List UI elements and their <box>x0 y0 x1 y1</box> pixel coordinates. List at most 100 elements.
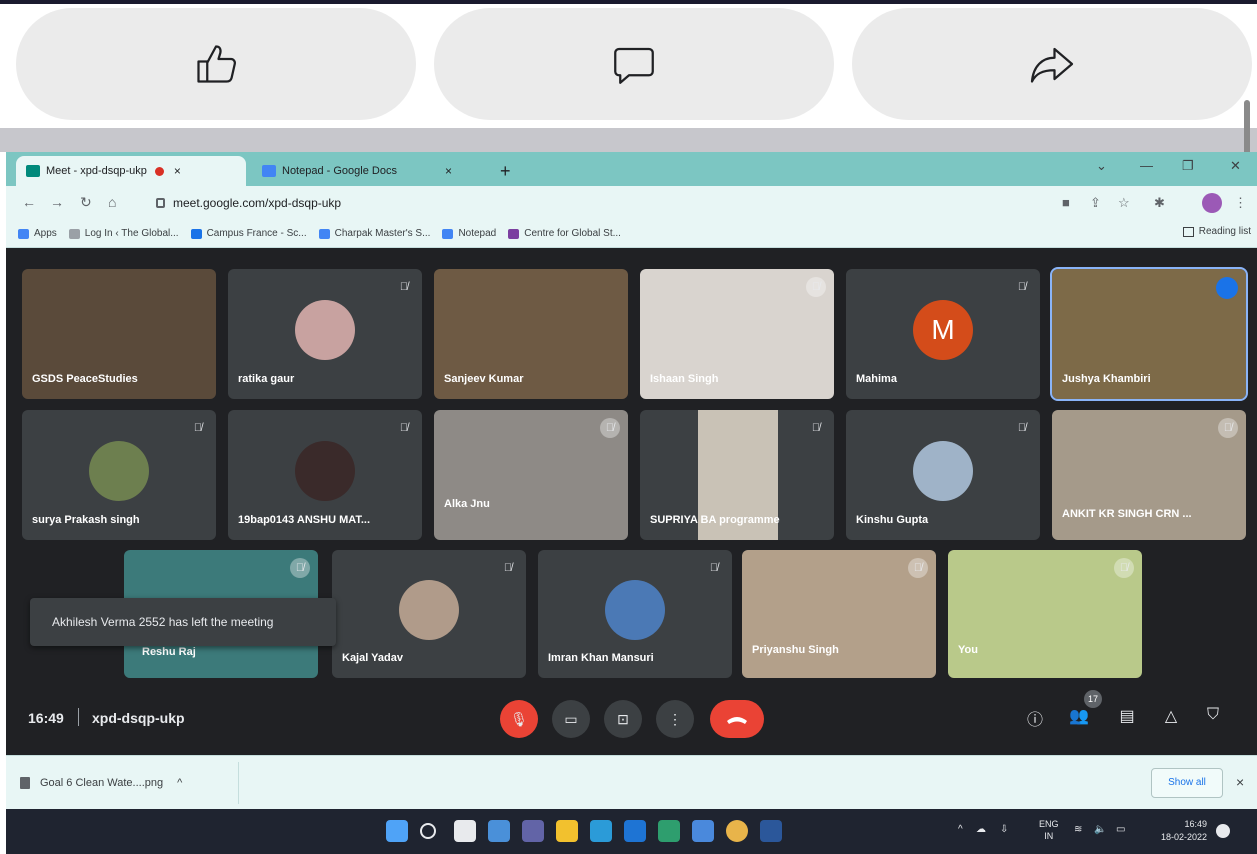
tray-chevron-icon[interactable]: ^ <box>958 824 963 835</box>
participant-tile[interactable]: 🎙̸ ANKIT KR SINGH CRN ... <box>1052 410 1246 540</box>
camera-toggle-button[interactable]: ▭ <box>552 700 590 738</box>
word-icon[interactable] <box>760 820 782 842</box>
bookmark-campus-france[interactable]: Campus France - Sc... <box>190 228 307 239</box>
bookmark-star-icon[interactable]: ☆ <box>1118 195 1130 211</box>
widgets-icon[interactable] <box>488 820 510 842</box>
comment-icon <box>614 47 654 84</box>
extensions-icon[interactable]: ✱ <box>1154 195 1165 211</box>
recording-dot-icon <box>154 166 164 176</box>
leave-call-button[interactable] <box>710 700 764 738</box>
search-icon[interactable] <box>420 823 436 839</box>
participant-tile[interactable]: 🎙̸ Ishaan Singh <box>640 269 834 399</box>
mail-icon[interactable] <box>624 820 646 842</box>
meet-control-bar: 16:49 xpd-dsqp-ukp 🎙 ▭ ⊡ ⋮ ⓘ 17 👥 ▤ △ ⛉ <box>6 690 1257 755</box>
tab-meet-close-icon[interactable]: × <box>174 164 181 178</box>
wifi-icon[interactable]: ≋ <box>1074 824 1082 835</box>
participant-tile[interactable]: 🎙̸ You <box>948 550 1142 678</box>
teams-chat-icon[interactable] <box>522 820 544 842</box>
people-icon[interactable]: 👥 <box>1068 706 1090 726</box>
battery-icon[interactable]: ▭ <box>1116 824 1125 835</box>
show-all-button[interactable]: Show all <box>1151 768 1223 798</box>
participant-tile[interactable]: M 🎙̸ Mahima <box>846 269 1040 399</box>
home-icon[interactable]: ⌂ <box>108 194 116 210</box>
share-page-icon[interactable]: ⇪ <box>1090 195 1101 211</box>
meeting-time: 16:49 <box>28 710 64 726</box>
system-clock[interactable]: 16:49 18-02-2022 <box>1153 818 1207 844</box>
onedrive-icon[interactable]: ☁ <box>976 824 986 835</box>
chat-icon[interactable]: ▤ <box>1116 706 1138 726</box>
new-tab-button[interactable]: + <box>490 156 521 186</box>
participant-tile[interactable]: 🎙̸ Kinshu Gupta <box>846 410 1040 540</box>
usb-icon[interactable]: ⇩ <box>1000 824 1008 835</box>
mic-toggle-button[interactable]: 🎙 <box>500 700 538 738</box>
windows-taskbar: ^ ☁ ⇩ ENG IN ≋ 🔈 ▭ 16:49 18-02-2022 <box>6 809 1257 854</box>
close-downloads-icon[interactable]: × <box>1236 774 1244 790</box>
volume-icon[interactable]: 🔈 <box>1094 824 1106 835</box>
file-image-icon <box>20 777 30 789</box>
back-icon[interactable]: ← <box>22 194 36 210</box>
participant-tile[interactable]: 🎙̸ surya Prakash singh <box>22 410 216 540</box>
more-options-button[interactable]: ⋮ <box>656 700 694 738</box>
avatar <box>605 580 665 640</box>
avatar: M <box>913 300 973 360</box>
window-close-icon[interactable]: ✕ <box>1230 158 1241 174</box>
bookmark-global[interactable]: Log In ‹ The Global... <box>68 228 179 239</box>
participant-tile[interactable]: 🎙̸ Alka Jnu <box>434 410 628 540</box>
bookmark-notepad[interactable]: Notepad <box>442 228 496 239</box>
participant-tile[interactable]: GSDS PeaceStudies <box>22 269 216 399</box>
profile-avatar[interactable] <box>1202 193 1222 213</box>
address-bar[interactable]: meet.google.com/xpd-dsqp-ukp <box>146 191 1046 215</box>
meeting-details-icon[interactable]: ⓘ <box>1024 706 1046 730</box>
participant-name: 19bap0143 ANSHU MAT... <box>238 514 371 526</box>
restore-icon[interactable]: ❐ <box>1182 158 1194 174</box>
participant-tile[interactable]: 🎙̸ 19bap0143 ANSHU MAT... <box>228 410 422 540</box>
input-language[interactable]: ENG IN <box>1039 818 1059 842</box>
file-explorer-icon[interactable] <box>556 820 578 842</box>
participant-tile[interactable]: 🎙̸ Kajal Yadav <box>332 550 526 678</box>
docs-favicon <box>262 165 276 177</box>
tab-search-icon[interactable]: ⌄ <box>1096 158 1107 174</box>
like-button[interactable] <box>16 8 416 120</box>
activities-icon[interactable]: △ <box>1160 706 1182 726</box>
tab-meet[interactable]: Meet - xpd-dsqp-ukp × <box>16 156 246 186</box>
notification-icon[interactable] <box>1216 824 1230 838</box>
mic-off-icon: 🎙̸ <box>1017 281 1027 293</box>
comment-button[interactable] <box>434 8 834 120</box>
app-l-icon[interactable] <box>658 820 680 842</box>
bookmark-apps[interactable]: Apps <box>18 228 57 239</box>
camera-indicator-icon[interactable]: ■ <box>1062 195 1070 210</box>
clock-date: 18-02-2022 <box>1160 832 1207 842</box>
minimize-icon[interactable]: — <box>1140 158 1153 173</box>
share-button[interactable] <box>852 8 1252 120</box>
forward-icon[interactable]: → <box>50 194 64 210</box>
screenshot-root: Meet - xpd-dsqp-ukp × Notepad - Google D… <box>0 0 1257 854</box>
reload-icon[interactable]: ↻ <box>80 194 92 211</box>
participant-name: Priyanshu Singh <box>752 644 839 656</box>
participant-tile[interactable]: Jushya Khambiri <box>1050 267 1248 401</box>
participant-tile[interactable]: 🎙̸ Imran Khan Mansuri <box>538 550 732 678</box>
edge-icon[interactable] <box>590 820 612 842</box>
lang-code: ENG <box>1039 819 1059 829</box>
participant-tile[interactable]: Sanjeev Kumar <box>434 269 628 399</box>
lang-region: IN <box>1044 831 1054 841</box>
tab-notepad[interactable]: Notepad - Google Docs × <box>252 156 482 186</box>
bookmark-label: Notepad <box>458 228 497 239</box>
participant-tile[interactable]: 🎙̸ ratika gaur <box>228 269 422 399</box>
chrome-icon[interactable] <box>726 820 748 842</box>
reading-list-button[interactable]: Reading list <box>1182 226 1251 237</box>
participant-name: Kinshu Gupta <box>856 514 929 526</box>
host-controls-icon[interactable]: ⛉ <box>1202 706 1224 724</box>
bookmark-centre-global[interactable]: Centre for Global St... <box>508 228 621 239</box>
tab-notepad-close-icon[interactable]: × <box>445 164 452 178</box>
participant-tile[interactable]: 🎙̸ Priyanshu Singh <box>742 550 936 678</box>
menu-kebab-icon[interactable]: ⋮ <box>1234 195 1247 211</box>
download-item[interactable]: Goal 6 Clean Wate....png ^ <box>20 770 182 796</box>
present-button[interactable]: ⊡ <box>604 700 642 738</box>
participant-name: Mahima <box>856 373 897 385</box>
participant-tile[interactable]: 🎙̸ SUPRIYA BA programme <box>640 410 834 540</box>
task-view-icon[interactable] <box>454 820 476 842</box>
chevron-up-icon[interactable]: ^ <box>177 777 182 789</box>
bookmark-charpak[interactable]: Charpak Master's S... <box>318 228 430 239</box>
todo-icon[interactable] <box>692 820 714 842</box>
windows-start-icon[interactable] <box>386 820 408 842</box>
